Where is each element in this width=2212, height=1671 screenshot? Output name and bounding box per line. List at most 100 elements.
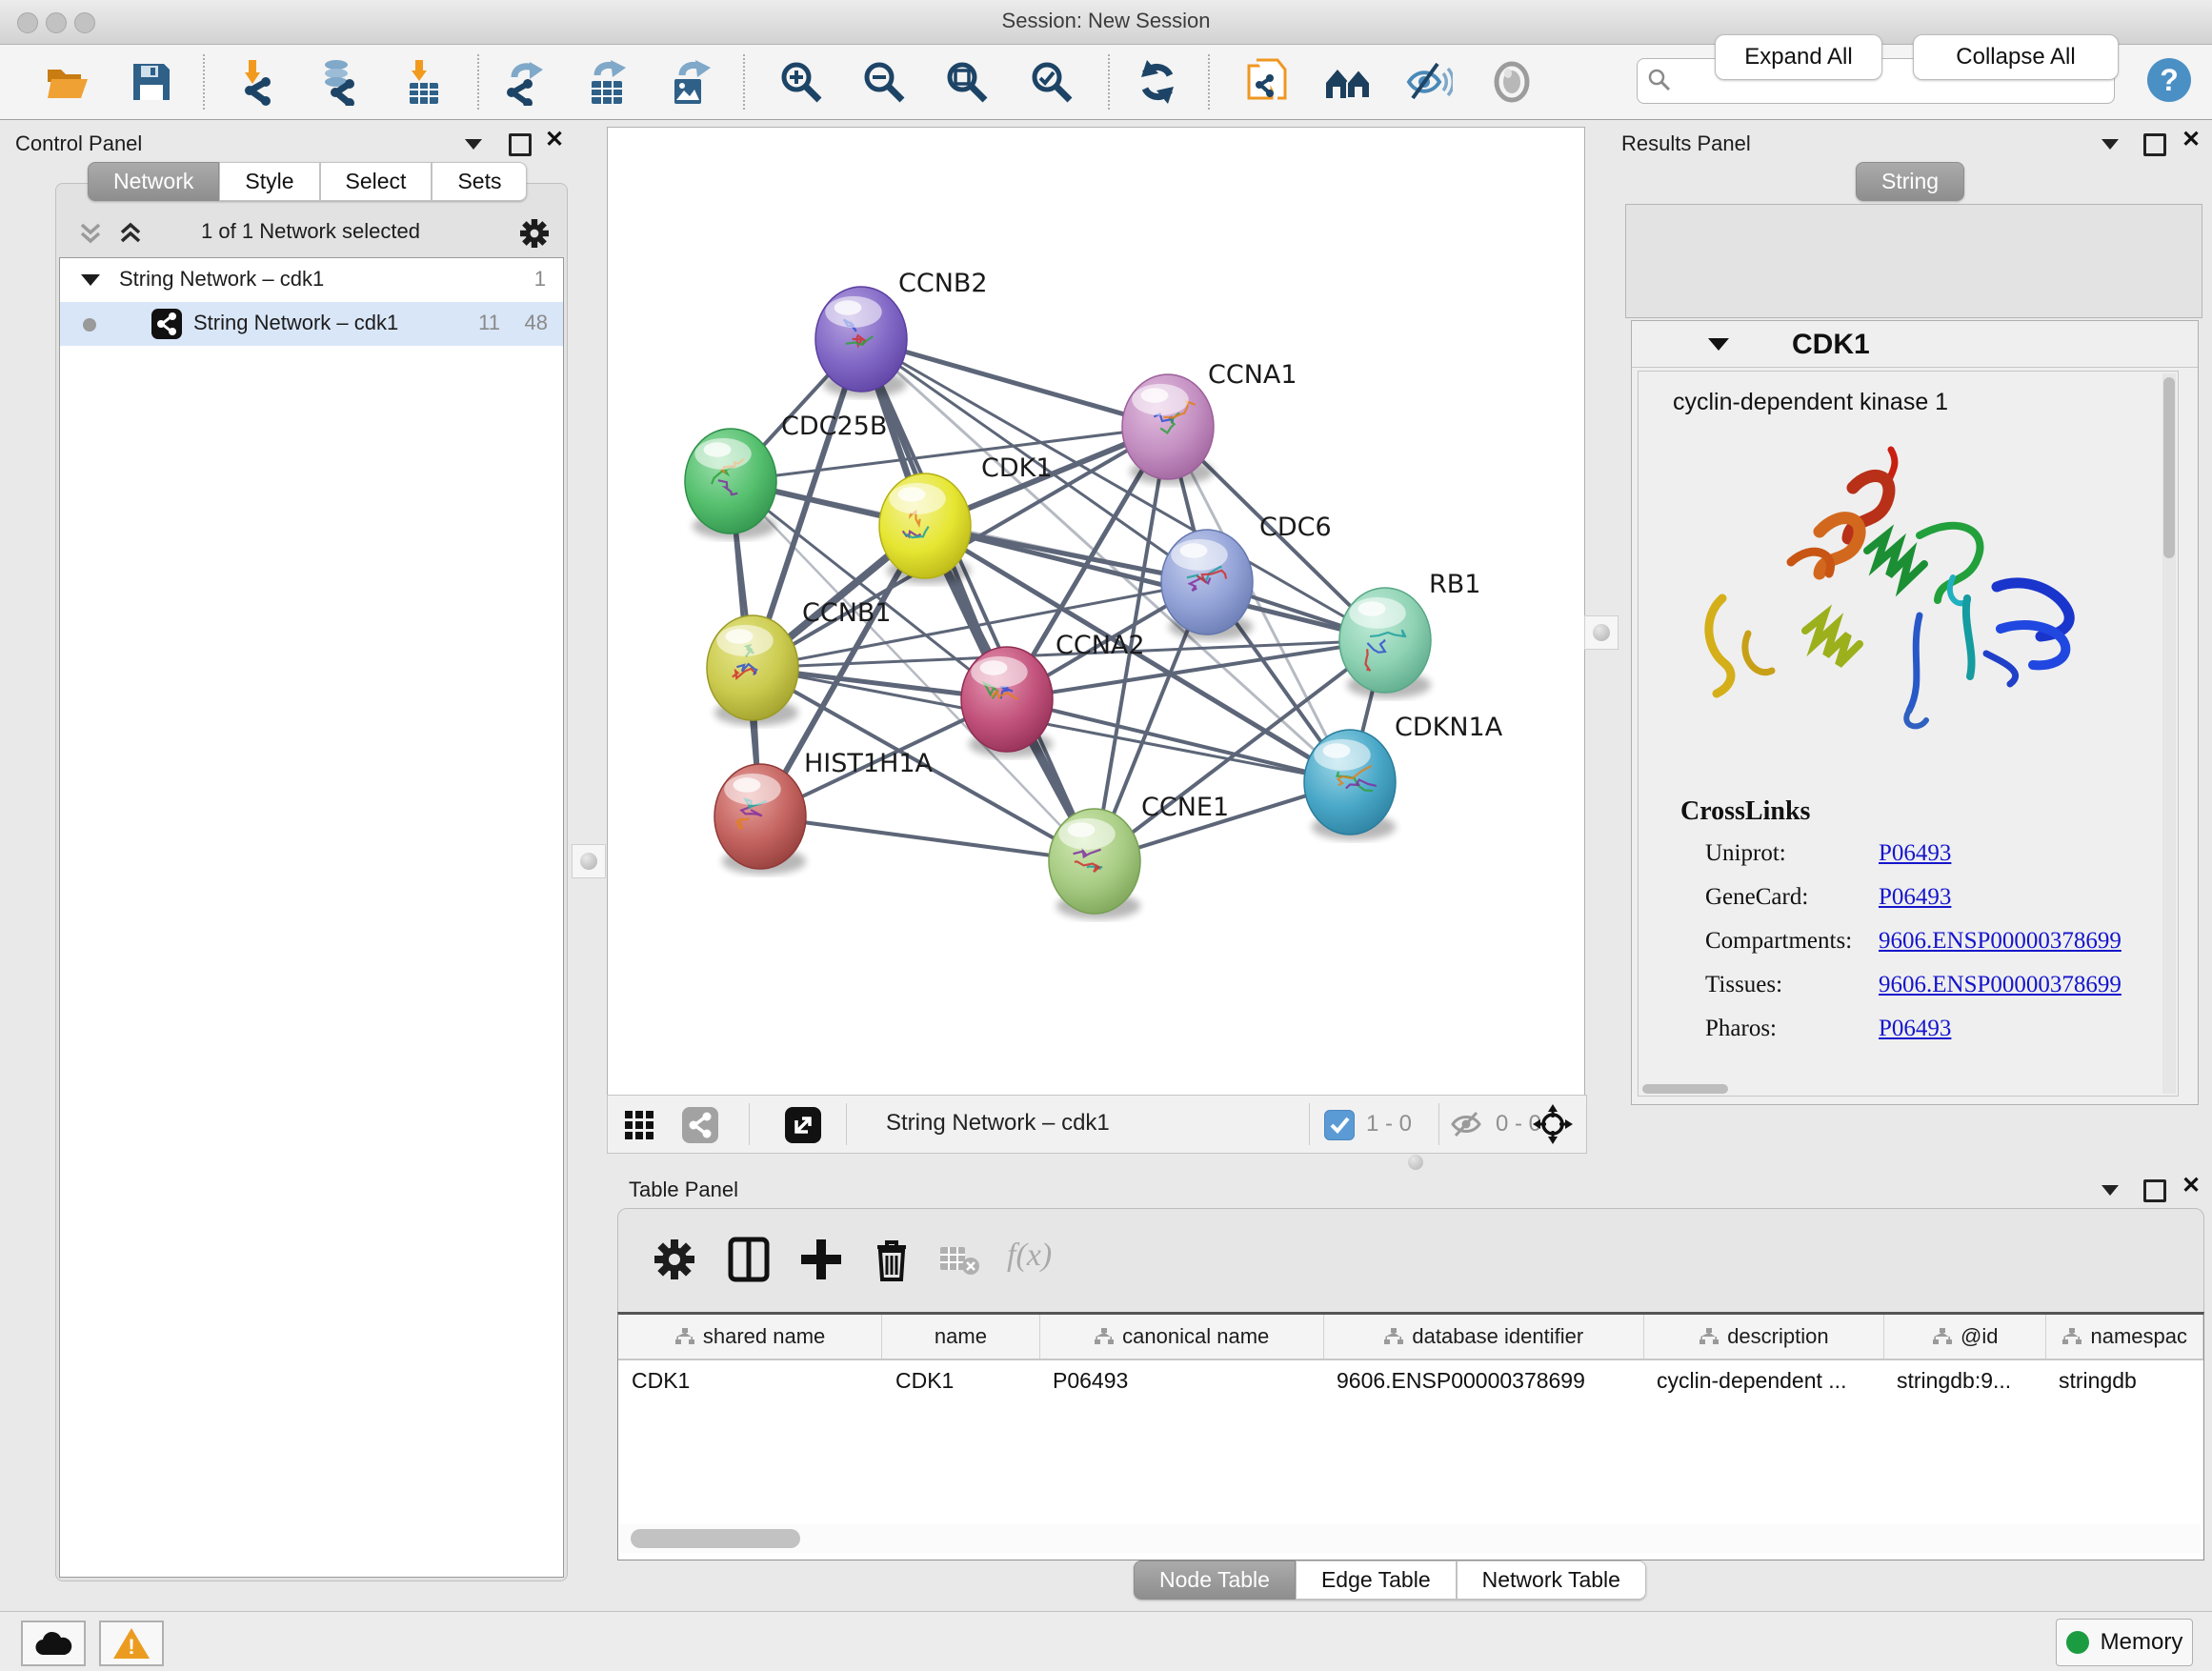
node-table: shared namenamecanonical namedatabase id… bbox=[617, 1312, 2204, 1560]
column-header-namespac[interactable]: namespac bbox=[2046, 1315, 2203, 1359]
open-session-icon[interactable] bbox=[44, 58, 91, 106]
tab-sets[interactable]: Sets bbox=[432, 162, 527, 201]
table-cell: CDK1 bbox=[618, 1360, 882, 1402]
network-node-CDKN1A[interactable]: CDKN1A bbox=[1304, 713, 1503, 840]
zoom-fit-icon[interactable] bbox=[943, 58, 991, 106]
help-icon[interactable]: ? bbox=[2145, 56, 2193, 104]
results-hscroll-thumb[interactable] bbox=[1642, 1084, 1728, 1094]
column-header-canonical-name[interactable]: canonical name bbox=[1040, 1315, 1324, 1359]
tab-edge-table[interactable]: Edge Table bbox=[1296, 1560, 1457, 1600]
results-panel-menu-icon[interactable] bbox=[2101, 139, 2119, 150]
save-session-icon[interactable] bbox=[128, 58, 175, 106]
control-panel-float-icon[interactable] bbox=[509, 133, 532, 156]
tab-string[interactable]: String bbox=[1856, 162, 1964, 201]
crosslink-link[interactable]: P06493 bbox=[1879, 840, 1951, 867]
column-header-shared-name[interactable]: shared name bbox=[618, 1315, 882, 1359]
network-row[interactable]: String Network – cdk1 11 48 bbox=[60, 302, 563, 346]
svg-text:?: ? bbox=[2160, 63, 2179, 97]
right-splitter-handle[interactable] bbox=[1584, 615, 1619, 650]
network-edge-CCNB2-CCNA1[interactable] bbox=[861, 339, 1168, 427]
fit-content-crosshair-icon[interactable] bbox=[1533, 1104, 1573, 1144]
show-columns-icon[interactable] bbox=[725, 1236, 773, 1283]
network-canvas[interactable]: CCNB2CCNA1CDC25BCDK1CDC6RB1CCNB1CCNA2CDK… bbox=[607, 127, 1585, 1096]
network-node-CCNA1[interactable]: CCNA1 bbox=[1122, 360, 1297, 485]
memory-button[interactable]: Memory bbox=[2056, 1619, 2193, 1666]
network-node-HIST1H1A[interactable]: HIST1H1A bbox=[714, 749, 934, 875]
selected-checkbox-icon[interactable] bbox=[1324, 1110, 1355, 1140]
birdseye-grid-icon[interactable] bbox=[623, 1109, 655, 1141]
collapse-all-button[interactable]: Collapse All bbox=[1913, 34, 2119, 80]
column-header-database-identifier[interactable]: database identifier bbox=[1324, 1315, 1644, 1359]
expand-all-button[interactable]: Expand All bbox=[1715, 34, 1882, 80]
network-node-RB1[interactable]: RB1 bbox=[1339, 570, 1480, 698]
crosslink-link[interactable]: 9606.ENSP00000378699 bbox=[1879, 928, 2122, 955]
open-in-new-window-icon[interactable] bbox=[785, 1107, 821, 1143]
import-table-icon[interactable] bbox=[400, 58, 448, 106]
delete-table-icon[interactable] bbox=[938, 1243, 980, 1278]
function-builder-icon[interactable]: f(x) bbox=[1007, 1238, 1052, 1274]
table-settings-gear-icon[interactable] bbox=[651, 1236, 698, 1283]
share-document-icon[interactable] bbox=[1243, 58, 1291, 106]
results-vscroll-thumb[interactable] bbox=[2163, 377, 2175, 558]
table-hscroll-thumb[interactable] bbox=[631, 1529, 800, 1548]
control-panel-close-icon[interactable]: ✕ bbox=[545, 131, 564, 151]
tab-network[interactable]: Network bbox=[88, 162, 219, 201]
refresh-icon[interactable] bbox=[1134, 58, 1181, 106]
column-header-@id[interactable]: @id bbox=[1884, 1315, 2046, 1359]
zoom-out-icon[interactable] bbox=[860, 58, 908, 106]
network-collection-row[interactable]: String Network – cdk1 1 bbox=[60, 258, 563, 302]
column-fork-icon bbox=[2061, 1327, 2082, 1346]
string-home-icon[interactable] bbox=[1324, 58, 1372, 106]
crosslink-row-uniprot: Uniprot:P06493 bbox=[1705, 840, 2162, 884]
network-edge-CCNB2-CCNE1[interactable] bbox=[861, 339, 1095, 861]
tab-node-table[interactable]: Node Table bbox=[1134, 1560, 1296, 1600]
network-options-gear-icon[interactable] bbox=[518, 217, 551, 250]
warnings-button[interactable]: ! bbox=[99, 1621, 164, 1666]
results-panel-close-icon[interactable]: ✕ bbox=[2182, 131, 2201, 151]
import-database-icon[interactable] bbox=[315, 58, 363, 106]
cloud-button[interactable] bbox=[21, 1621, 86, 1666]
control-panel-menu-icon[interactable] bbox=[465, 139, 482, 150]
netbar-separator bbox=[1438, 1103, 1439, 1145]
delete-column-trash-icon[interactable] bbox=[868, 1236, 915, 1283]
tab-style[interactable]: Style bbox=[219, 162, 319, 201]
zoom-selected-icon[interactable] bbox=[1028, 58, 1076, 106]
grey-ball-icon[interactable] bbox=[1488, 58, 1536, 106]
table-panel-menu-icon[interactable] bbox=[2101, 1185, 2119, 1196]
network-node-CCNE1[interactable]: CCNE1 bbox=[1049, 793, 1229, 919]
netbar-separator bbox=[846, 1103, 847, 1145]
export-table-icon[interactable] bbox=[584, 58, 632, 106]
tab-network-table[interactable]: Network Table bbox=[1457, 1560, 1646, 1600]
table-horizontal-scrollbar[interactable] bbox=[619, 1524, 2201, 1553]
string-share-icon[interactable] bbox=[682, 1107, 718, 1143]
crosslink-link[interactable]: P06493 bbox=[1879, 1016, 1951, 1042]
export-network-icon[interactable] bbox=[501, 58, 549, 106]
tab-select[interactable]: Select bbox=[320, 162, 432, 201]
gene-description: cyclin-dependent kinase 1 bbox=[1673, 389, 1948, 416]
crosslink-link[interactable]: P06493 bbox=[1879, 884, 1951, 911]
export-image-icon[interactable] bbox=[667, 58, 714, 106]
network-list-header: 1 of 1 Network selected bbox=[59, 211, 562, 255]
crosslink-link[interactable]: 9606.ENSP00000378699 bbox=[1879, 972, 2122, 998]
gene-details: cyclin-dependent kinase 1 CrossLinks Uni… bbox=[1638, 371, 2179, 1097]
network-edge-HIST1H1A-CCNE1[interactable] bbox=[760, 816, 1095, 861]
hidden-eye-slash-icon[interactable] bbox=[1450, 1110, 1486, 1138]
string-node-section: CDK1 cyclin-dependent kinase 1 CrossLink… bbox=[1631, 320, 2199, 1105]
results-panel-float-icon[interactable] bbox=[2143, 133, 2166, 156]
hide-enhanced-labels-icon[interactable] bbox=[1405, 58, 1453, 106]
column-header-name[interactable]: name bbox=[882, 1315, 1040, 1359]
network-node-CCNB2[interactable]: CCNB2 bbox=[815, 269, 988, 397]
table-panel-close-icon[interactable]: ✕ bbox=[2182, 1178, 2201, 1198]
column-header-description[interactable]: description bbox=[1644, 1315, 1884, 1359]
collection-expand-icon[interactable] bbox=[81, 274, 100, 286]
table-row[interactable]: CDK1CDK1P064939606.ENSP00000378699cyclin… bbox=[618, 1360, 2203, 1402]
table-panel-float-icon[interactable] bbox=[2143, 1179, 2166, 1202]
gene-section-header[interactable]: CDK1 bbox=[1632, 321, 2198, 368]
zoom-in-icon[interactable] bbox=[777, 58, 825, 106]
gene-collapse-icon[interactable] bbox=[1708, 338, 1729, 351]
create-column-plus-icon[interactable] bbox=[797, 1236, 845, 1283]
import-network-icon[interactable] bbox=[235, 58, 283, 106]
bottom-splitter-handle[interactable] bbox=[1408, 1155, 1423, 1170]
left-splitter-handle[interactable] bbox=[572, 844, 606, 878]
results-vertical-scrollbar[interactable] bbox=[2162, 373, 2176, 1094]
